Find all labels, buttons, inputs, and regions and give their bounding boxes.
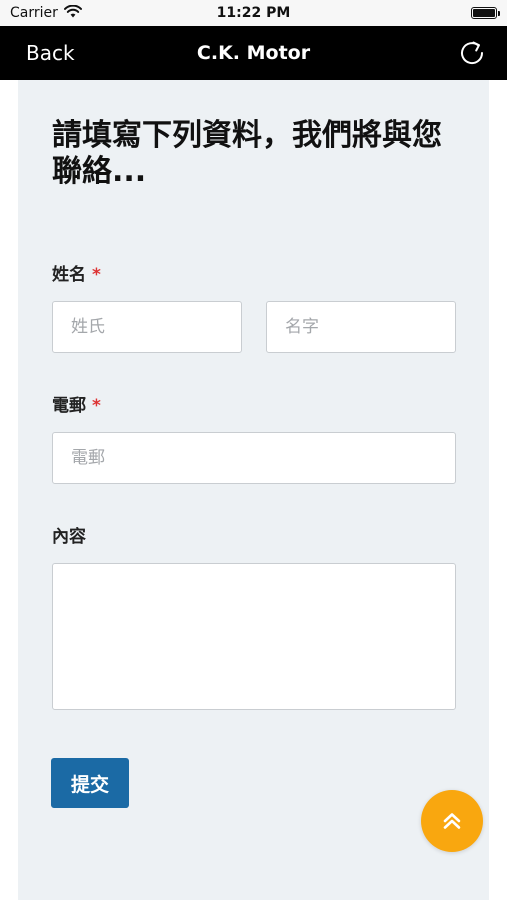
name-label: 姓名 (52, 265, 86, 285)
email-required-mark: * (92, 396, 101, 416)
name-required-mark: * (92, 265, 101, 285)
nav-title: C.K. Motor (196, 42, 311, 64)
name-label-row: 姓名 * (52, 260, 101, 285)
reload-button[interactable] (457, 38, 487, 68)
content-label: 內容 (52, 527, 86, 547)
email-input[interactable] (52, 432, 456, 484)
email-label: 電郵 (52, 396, 86, 416)
carrier-label: Carrier (10, 5, 58, 21)
wifi-icon (63, 4, 82, 22)
status-left: Carrier (10, 4, 82, 22)
scroll-to-top-button[interactable] (421, 790, 483, 852)
email-label-row: 電郵 * (52, 391, 101, 416)
last-name-input[interactable] (52, 301, 242, 353)
submit-button[interactable]: 提交 (51, 758, 129, 808)
battery-icon (471, 7, 500, 19)
form-heading: 請填寫下列資料，我們將與您聯絡... (52, 118, 442, 189)
first-name-input[interactable] (266, 301, 456, 353)
reload-icon (461, 41, 484, 65)
status-bar: Carrier 11:22 PM (0, 0, 507, 26)
contact-form: 請填寫下列資料，我們將與您聯絡... 姓名 * 電郵 * 內容 提交 (18, 80, 489, 900)
double-chevron-up-icon (443, 813, 461, 829)
nav-bar: Back C.K. Motor (0, 26, 507, 80)
content-textarea[interactable] (52, 563, 456, 710)
back-button[interactable]: Back (26, 41, 75, 65)
